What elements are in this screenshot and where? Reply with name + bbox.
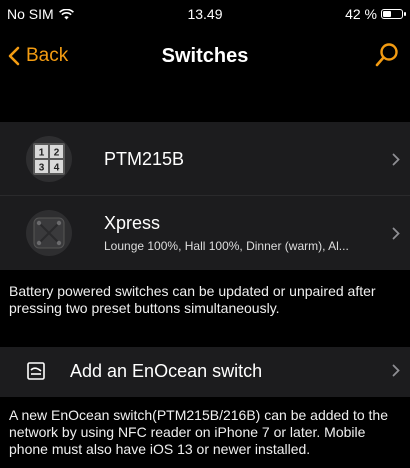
nfc-add-note: A new EnOcean switch(PTM215B/216B) can b… (9, 407, 389, 457)
chevron-right-icon (392, 364, 400, 377)
status-bar: No SIM 13.49 42 % (0, 0, 410, 28)
key-4-label: 4 (54, 163, 60, 174)
chevron-right-icon (392, 227, 400, 240)
search-button[interactable] (374, 42, 400, 75)
battery-percent: 42 % (345, 6, 377, 22)
key-2-label: 2 (54, 148, 60, 159)
search-icon (375, 43, 398, 67)
switch-row-ptm215b[interactable]: 1 2 3 4 PTM215B (0, 122, 410, 196)
xpress-graphic (33, 217, 65, 249)
switch-name: Xpress (104, 213, 161, 233)
switch-row-xpress[interactable]: Xpress Lounge 100%, Hall 100%, Dinner (w… (0, 196, 410, 270)
key-1-label: 1 (39, 148, 45, 159)
battery-icon (381, 9, 406, 19)
switch-name: PTM215B (104, 149, 185, 169)
ptm215b-keypad-icon: 1 2 3 4 (26, 136, 72, 182)
switch-subtitle: Lounge 100%, Hall 100%, Dinner (warm), A… (104, 239, 349, 253)
navigation-bar: Back Switches (0, 28, 410, 86)
battery-fill (383, 11, 391, 17)
add-enocean-switch-button[interactable]: Add an EnOcean switch (0, 347, 410, 397)
keypad-graphic: 1 2 3 4 (33, 143, 65, 175)
battery-switch-note: Battery powered switches can be updated … (9, 283, 376, 316)
add-switch-label: Add an EnOcean switch (70, 361, 263, 381)
key-3-label: 3 (39, 163, 45, 174)
page-title: Switches (161, 45, 249, 67)
xpress-switch-icon (26, 210, 72, 256)
section-spacer (0, 86, 410, 122)
chevron-right-icon (392, 153, 400, 166)
status-right: 42 % (345, 6, 406, 22)
add-switch-icon (27, 362, 45, 380)
